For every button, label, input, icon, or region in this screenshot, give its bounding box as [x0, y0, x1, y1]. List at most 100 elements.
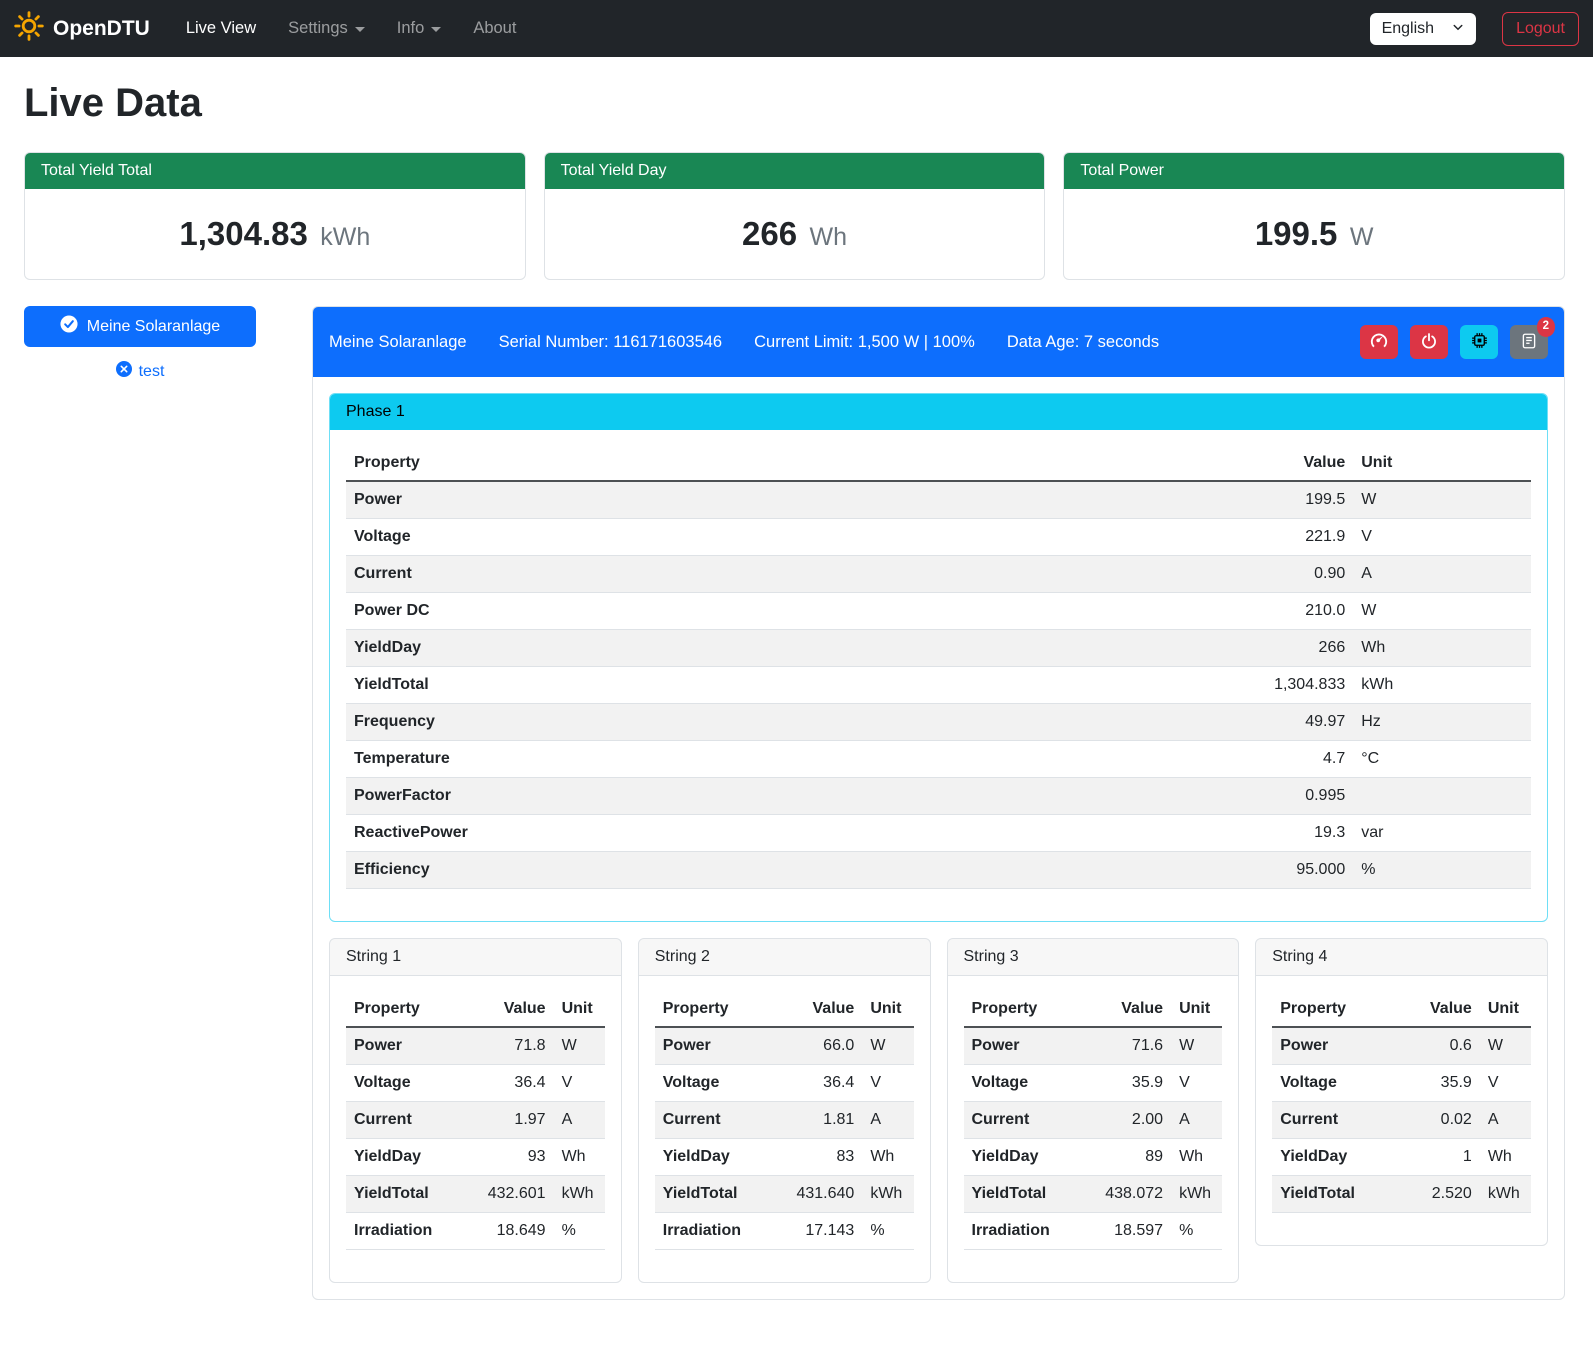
summary-cards-row: Total Yield Total 1,304.83 kWh Total Yie… [24, 152, 1565, 280]
event-link-test[interactable]: test [24, 361, 256, 382]
table-row: YieldDay266Wh [346, 630, 1531, 667]
string-table-body: Power71.6WVoltage35.9VCurrent2.00AYieldD… [964, 1027, 1223, 1250]
table-row: YieldDay1Wh [1272, 1139, 1531, 1176]
row-property: ReactivePower [346, 815, 1152, 852]
language-selector[interactable]: English [1370, 13, 1476, 45]
row-value: 4.7 [1152, 741, 1353, 778]
table-row: Current1.81A [655, 1102, 914, 1139]
summary-card-yield-day: Total Yield Day 266 Wh [544, 152, 1046, 280]
table-row: Power66.0W [655, 1027, 914, 1065]
row-value: 431.640 [771, 1176, 862, 1213]
table-header-row: Property Value Unit [1272, 992, 1531, 1027]
row-property: Voltage [346, 1065, 462, 1102]
row-property: Voltage [655, 1065, 771, 1102]
string-title: String 4 [1256, 939, 1547, 976]
row-property: YieldDay [655, 1139, 771, 1176]
speedometer-icon [1369, 331, 1389, 354]
summary-unit: Wh [810, 223, 848, 251]
table-row: ReactivePower19.3var [346, 815, 1531, 852]
inverter-serial: Serial Number: 116171603546 [499, 333, 723, 352]
row-value: 71.8 [462, 1027, 553, 1065]
nav-item-about[interactable]: About [459, 11, 530, 46]
string-card-4: String 4 Property Value Unit [1255, 938, 1548, 1246]
chevron-down-icon [431, 27, 441, 32]
row-unit: % [862, 1213, 913, 1250]
table-row: Power0.6W [1272, 1027, 1531, 1065]
row-property: Power [1272, 1027, 1388, 1065]
row-unit: A [1353, 556, 1531, 593]
row-property: Irradiation [346, 1213, 462, 1250]
summary-value: 266 [742, 215, 797, 252]
summary-card-body: 199.5 W [1064, 189, 1564, 279]
row-value: 36.4 [462, 1065, 553, 1102]
row-unit: kWh [554, 1176, 605, 1213]
row-property: Current [1272, 1102, 1388, 1139]
row-value: 199.5 [1152, 481, 1353, 519]
table-row: Frequency49.97Hz [346, 704, 1531, 741]
column-header-value: Value [1080, 992, 1171, 1027]
brand[interactable]: OpenDTU [14, 11, 150, 47]
table-row: Voltage35.9V [1272, 1065, 1531, 1102]
row-value: 35.9 [1080, 1065, 1171, 1102]
row-property: Frequency [346, 704, 1152, 741]
limit-settings-button[interactable] [1360, 325, 1398, 359]
table-row: Irradiation18.597% [964, 1213, 1223, 1250]
row-property: Current [346, 556, 1152, 593]
column-header-unit: Unit [862, 992, 913, 1027]
row-value: 2.520 [1389, 1176, 1480, 1213]
navbar: OpenDTU Live View Settings Info About En… [0, 0, 1593, 57]
journal-text-icon [1520, 332, 1538, 353]
row-unit: % [1353, 852, 1531, 889]
row-property: YieldDay [1272, 1139, 1388, 1176]
table-row: YieldTotal431.640kWh [655, 1176, 914, 1213]
row-unit: kWh [1353, 667, 1531, 704]
table-row: YieldTotal438.072kWh [964, 1176, 1223, 1213]
power-button[interactable] [1410, 325, 1448, 359]
check-circle-icon [60, 315, 78, 338]
row-property: PowerFactor [346, 778, 1152, 815]
table-row: Power71.6W [964, 1027, 1223, 1065]
row-unit: var [1353, 815, 1531, 852]
column-header-unit: Unit [554, 992, 605, 1027]
inverter-select-label: Meine Solaranlage [87, 318, 220, 336]
nav-item-live-view[interactable]: Live View [172, 11, 270, 46]
string-card-1: String 1 Property Value Unit [329, 938, 622, 1283]
brand-label: OpenDTU [53, 17, 150, 41]
column-header-unit: Unit [1353, 446, 1531, 481]
table-row: YieldTotal2.520kWh [1272, 1176, 1531, 1213]
row-value: 438.072 [1080, 1176, 1171, 1213]
phase-table-body: Power199.5WVoltage221.9VCurrent0.90APowe… [346, 481, 1531, 889]
string-table-body: Power71.8WVoltage36.4VCurrent1.97AYieldD… [346, 1027, 605, 1250]
table-row: Power DC210.0W [346, 593, 1531, 630]
string-title: String 2 [639, 939, 930, 976]
row-value: 83 [771, 1139, 862, 1176]
column-header-value: Value [462, 992, 553, 1027]
nav-item-info[interactable]: Info [383, 11, 456, 46]
row-property: Power DC [346, 593, 1152, 630]
table-row: YieldDay89Wh [964, 1139, 1223, 1176]
event-log-button[interactable]: 2 [1510, 325, 1548, 359]
row-unit: Wh [862, 1139, 913, 1176]
table-row: Current1.97A [346, 1102, 605, 1139]
navbar-right: English Logout [1370, 12, 1579, 46]
row-value: 432.601 [462, 1176, 553, 1213]
table-header-row: Property Value Unit [655, 992, 914, 1027]
summary-value: 1,304.83 [179, 215, 307, 252]
string-table: Property Value Unit Power66.0WVoltage36.… [655, 992, 914, 1250]
column-header-property: Property [1272, 992, 1388, 1027]
column-header-value: Value [1152, 446, 1353, 481]
row-property: Irradiation [964, 1213, 1080, 1250]
logout-button[interactable]: Logout [1502, 12, 1579, 46]
table-row: YieldTotal1,304.833kWh [346, 667, 1531, 704]
inverter-select-button[interactable]: Meine Solaranlage [24, 306, 256, 347]
page-title: Live Data [24, 81, 1565, 126]
row-property: Current [655, 1102, 771, 1139]
row-unit: % [1171, 1213, 1222, 1250]
row-value: 2.00 [1080, 1102, 1171, 1139]
device-info-button[interactable] [1460, 325, 1498, 359]
row-value: 0.995 [1152, 778, 1353, 815]
table-row: Temperature4.7°C [346, 741, 1531, 778]
nav-item-settings[interactable]: Settings [274, 11, 379, 46]
x-circle-icon [116, 361, 132, 382]
table-header-row: Property Value Unit [346, 992, 605, 1027]
